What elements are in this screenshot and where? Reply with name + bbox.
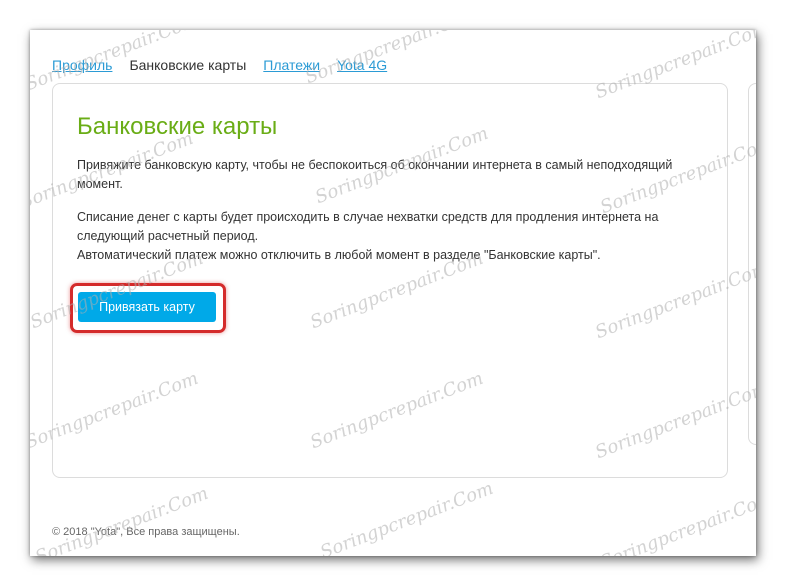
watermark-text: Soringpcrepair.Com <box>32 482 212 556</box>
tab-payments[interactable]: Платежи <box>263 57 320 73</box>
screenshot-frame: Профиль Банковские карты Платежи Yota 4G Ба… <box>30 30 756 556</box>
watermark-text: Soringpcrepair.Com <box>597 487 756 556</box>
copyright-footer: © 2018 "Yota", Все права защищены. <box>52 526 240 538</box>
info-text: Списание денег с карты будет происходить… <box>77 208 697 265</box>
bind-card-button[interactable]: Привязать карту <box>78 292 216 322</box>
page-title: Банковские карты <box>77 113 278 140</box>
tab-profile[interactable]: Профиль <box>52 57 112 73</box>
tab-bank-cards[interactable]: Банковские карты <box>129 57 246 73</box>
side-panel-edge <box>748 83 756 445</box>
info-text-line2: Автоматический платеж можно отключить в … <box>77 248 601 262</box>
bank-cards-panel: Банковские карты Привяжите банковскую ка… <box>52 83 728 478</box>
watermark-text: Soringpcrepair.Com <box>317 477 497 556</box>
info-text-line1: Списание денег с карты будет происходить… <box>77 210 659 243</box>
tab-bar: Профиль Банковские карты Платежи Yota 4G <box>52 57 404 73</box>
intro-text: Привяжите банковскую карту, чтобы не бес… <box>77 158 673 191</box>
tab-yota-4g[interactable]: Yota 4G <box>337 57 387 73</box>
